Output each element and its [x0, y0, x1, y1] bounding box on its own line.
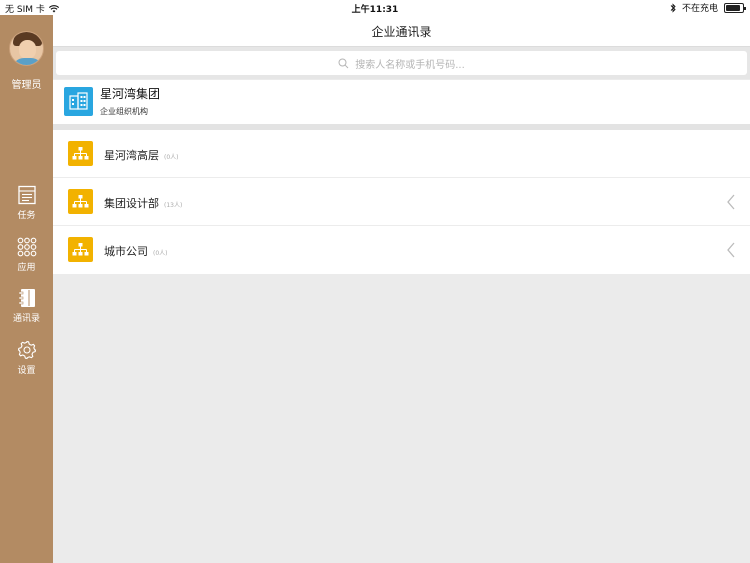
avatar-face: [19, 40, 36, 59]
task-icon: [17, 185, 36, 205]
org-tree-icon: [68, 237, 93, 262]
status-right: 不在充电: [670, 1, 746, 14]
department-name-text: 集团设计部: [104, 197, 159, 210]
search-icon: [338, 58, 349, 68]
org-tree-glyph: [72, 195, 89, 208]
user-label: 管理员: [11, 80, 42, 91]
department-list: 星河湾高层 (0人) 集团设计部 (13人) 城市公司 (0人): [53, 130, 750, 274]
department-name: 集团设计部 (13人): [104, 195, 182, 211]
list-item[interactable]: 集团设计部 (13人): [53, 178, 750, 226]
sidebar-item-apps[interactable]: 应用: [0, 237, 53, 273]
org-tree-icon: [68, 189, 93, 214]
building-icon: [64, 87, 93, 116]
org-tree-glyph: [72, 147, 89, 160]
list-item[interactable]: 城市公司 (0人): [53, 226, 750, 274]
chevron-left-icon[interactable]: [726, 242, 736, 258]
battery-fill: [726, 4, 740, 11]
apps-grid-icon: [17, 237, 36, 257]
department-count: (0人): [164, 154, 179, 161]
avatar[interactable]: [9, 31, 44, 66]
department-count: (0人): [153, 250, 168, 257]
charging-label: 不在充电: [681, 4, 718, 14]
list-item[interactable]: 星河湾高层 (0人): [53, 130, 750, 178]
chevron-left-icon[interactable]: [726, 194, 736, 210]
contacts-book-icon: [18, 289, 35, 307]
sidebar: 管理员 任务 应用 通讯录 设置: [0, 15, 53, 563]
building-glyph: [69, 92, 88, 110]
sidebar-item-label: 任务: [17, 211, 36, 221]
org-tree-icon: [68, 141, 93, 166]
sidebar-item-label: 应用: [17, 263, 36, 273]
department-name: 城市公司 (0人): [104, 243, 168, 259]
search-bar: 搜索人名称或手机号码...: [53, 47, 750, 79]
department-name: 星河湾高层 (0人): [104, 147, 179, 163]
department-name-text: 城市公司: [104, 245, 148, 258]
org-tree-glyph: [72, 243, 89, 256]
org-name: 星河湾集团: [100, 87, 161, 101]
gear-icon: [17, 340, 36, 360]
department-count: (13人): [164, 202, 183, 209]
department-name-text: 星河湾高层: [104, 149, 159, 162]
sidebar-item-settings[interactable]: 设置: [0, 340, 53, 376]
org-subtitle: 企业组织机构: [100, 107, 148, 116]
search-placeholder: 搜索人名称或手机号码...: [355, 59, 465, 71]
org-header[interactable]: 星河湾集团 企业组织机构: [53, 80, 750, 124]
sidebar-item-contacts[interactable]: 通讯录: [0, 288, 53, 324]
avatar-body: [12, 58, 43, 65]
status-bar: 无 SIM 卡 上午11:31 不在充电: [0, 0, 750, 15]
status-time: 上午11:31: [351, 5, 399, 15]
sidebar-item-label: 设置: [17, 366, 36, 376]
sidebar-item-tasks[interactable]: 任务: [0, 185, 53, 221]
sidebar-item-label: 通讯录: [12, 314, 40, 324]
page-title: 企业通讯录: [371, 25, 432, 39]
bluetooth-icon: [670, 2, 676, 13]
nav-header: 企业通讯录: [53, 15, 750, 47]
battery-icon: [724, 2, 746, 13]
search-input[interactable]: 搜索人名称或手机号码...: [56, 51, 747, 75]
